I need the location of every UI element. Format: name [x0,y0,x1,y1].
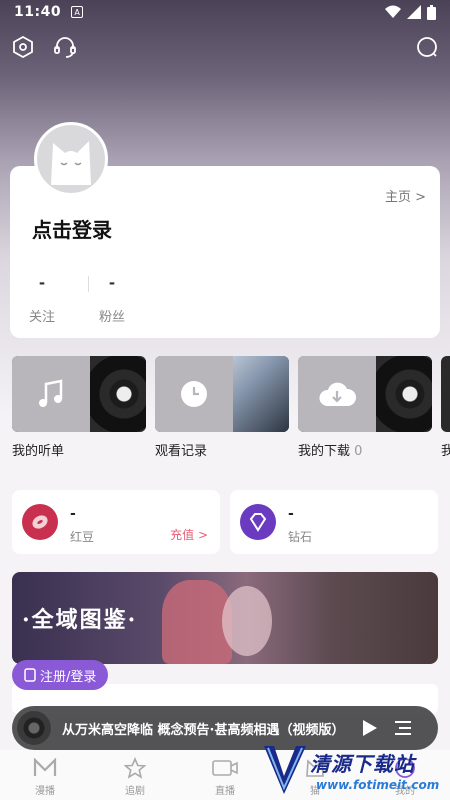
watermark-url: www.fotimeit.com [316,778,440,792]
banner-title: ·全域图鉴· [22,607,138,633]
player-track-title: 从万米高空降临 概念预告·甚高频相遇（视频版） [62,722,345,738]
tile-more[interactable]: 我 [441,356,450,459]
red-bean-value: - [70,506,76,522]
tile-playlists[interactable]: 我的听单 [12,356,146,459]
fans-count: - [108,274,116,292]
play-icon[interactable] [358,716,382,740]
battery-icon [427,4,436,20]
phone-icon [24,668,36,682]
tile-downloads-text: 我的下载 [298,444,351,459]
playlist-icon[interactable] [392,717,414,739]
wifi-icon [385,5,401,18]
tile-downloads-count: 0 [354,444,363,459]
customer-service-icon[interactable] [52,34,78,60]
following-count: - [38,274,46,292]
promo-banner[interactable]: ·全域图鉴· [12,572,438,664]
nav-manbo-label: 漫播 [35,786,55,797]
tile-history-label: 观看记录 [155,444,208,459]
recharge-link[interactable]: 充值 > [170,526,208,543]
nav-live-label: 直播 [215,786,235,797]
fans-label: 粉丝 [98,310,125,325]
diamond-card[interactable]: - 钻石 [230,490,438,554]
search-icon[interactable] [414,34,440,60]
default-cat-avatar-icon [51,141,91,185]
signal-icon [407,5,421,19]
following-label: 关注 [28,310,55,325]
diamond-value: - [288,506,294,522]
settings-hexagon-icon[interactable] [10,34,36,60]
nav-drama-label: 追剧 [125,786,145,797]
vinyl-disc-icon [370,356,432,432]
tile-downloads[interactable]: 我的下载 0 [298,356,432,459]
login-prompt[interactable]: 点击登录 [32,214,112,243]
nav-drama[interactable]: 追剧 [105,756,165,797]
watermark-logo-icon [264,746,306,794]
status-bar: 11:40 A [0,0,450,24]
tile-playlists-label: 我的听单 [12,444,65,459]
download-cloud-icon [319,382,356,406]
quick-access-tiles: 我的听单 观看记录 我的下载 0 我 [12,356,450,460]
tile-history-art [155,356,289,432]
tile-playlists-art [12,356,146,432]
tile-more-label: 我 [441,444,450,459]
tile-history[interactable]: 观看记录 [155,356,289,459]
clock-icon [181,381,207,407]
manbo-icon [15,756,75,780]
diamond-icon [240,504,276,540]
diamond-label: 钻石 [288,530,313,544]
fans-stat[interactable]: - 粉丝 [82,274,142,325]
status-time: 11:40 [14,4,62,20]
star-icon [105,756,165,780]
nav-live[interactable]: 直播 [195,756,255,797]
red-bean-card[interactable]: - 红豆 充值 > [12,490,220,554]
watermark-title: 清源下载站 [310,752,415,776]
player-disc-icon [16,710,52,746]
music-note-icon [39,379,63,407]
following-stat[interactable]: - 关注 [12,274,72,325]
vinyl-disc-icon [84,356,146,432]
red-bean-icon [22,504,58,540]
register-login-label: 注册/登录 [40,669,97,685]
nav-manbo[interactable]: 漫播 [15,756,75,797]
red-bean-label: 红豆 [70,530,95,544]
register-login-button[interactable]: 注册/登录 [12,660,109,690]
live-icon [195,756,255,780]
site-watermark: 清源下载站 www.fotimeit.com [258,740,450,800]
banner-character-figure [222,586,272,656]
avatar[interactable] [34,122,108,196]
tile-downloads-label: 我的下载 0 [298,440,432,459]
tile-downloads-art [298,356,432,432]
home-link[interactable]: 主页 > [385,186,426,205]
top-toolbar [0,34,450,60]
notification-icon: A [71,6,84,18]
tile-more-art [441,356,450,432]
